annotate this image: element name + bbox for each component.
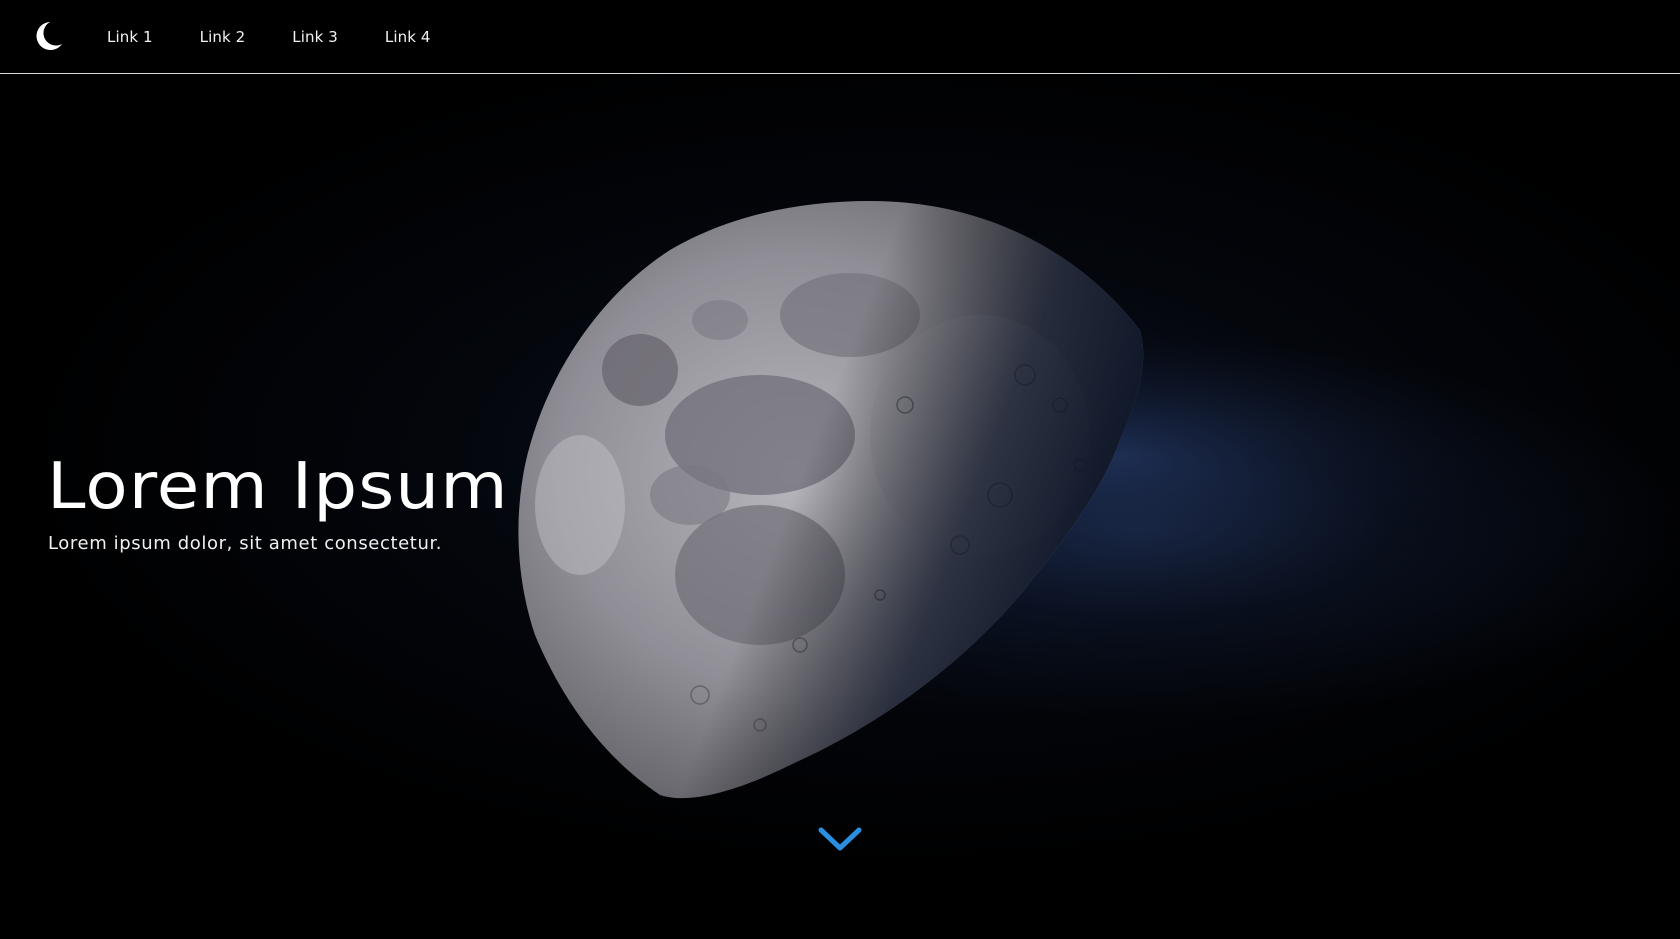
hero-title: Lorem Ipsum [47, 450, 509, 524]
crescent-moon-icon[interactable] [33, 20, 63, 52]
nav-links: Link 1 Link 2 Link 3 Link 4 [107, 0, 478, 74]
nav-link-2[interactable]: Link 2 [200, 28, 246, 46]
page: Link 1 Link 2 Link 3 Link 4 Lorem Ipsum … [0, 0, 1680, 939]
chevron-down-icon[interactable] [818, 826, 862, 852]
navbar: Link 1 Link 2 Link 3 Link 4 [0, 0, 1680, 74]
nav-link-4[interactable]: Link 4 [385, 28, 431, 46]
nav-link-3[interactable]: Link 3 [292, 28, 338, 46]
nav-link-1[interactable]: Link 1 [107, 28, 153, 46]
hero-section: Lorem Ipsum Lorem ipsum dolor, sit amet … [0, 75, 1680, 939]
hero-text: Lorem Ipsum Lorem ipsum dolor, sit amet … [47, 455, 508, 554]
hero-subtitle: Lorem ipsum dolor, sit amet consectetur. [48, 533, 443, 554]
